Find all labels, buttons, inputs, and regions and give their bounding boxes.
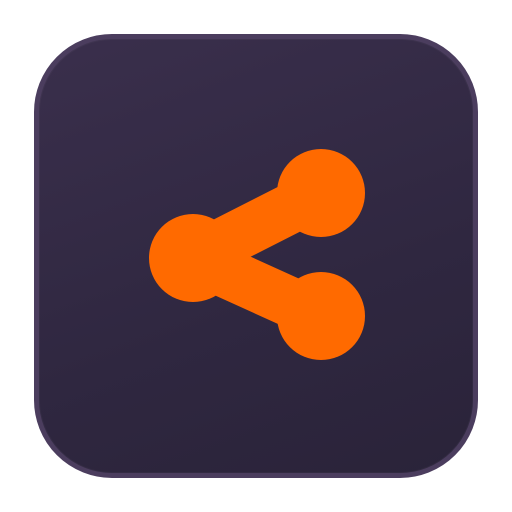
share-icon bbox=[149, 149, 365, 360]
share-node-bottom bbox=[277, 272, 365, 360]
share-glyph-group bbox=[149, 149, 365, 360]
share-node-left bbox=[149, 214, 237, 302]
app-icon-stage bbox=[0, 0, 512, 512]
share-node-top bbox=[277, 149, 365, 237]
